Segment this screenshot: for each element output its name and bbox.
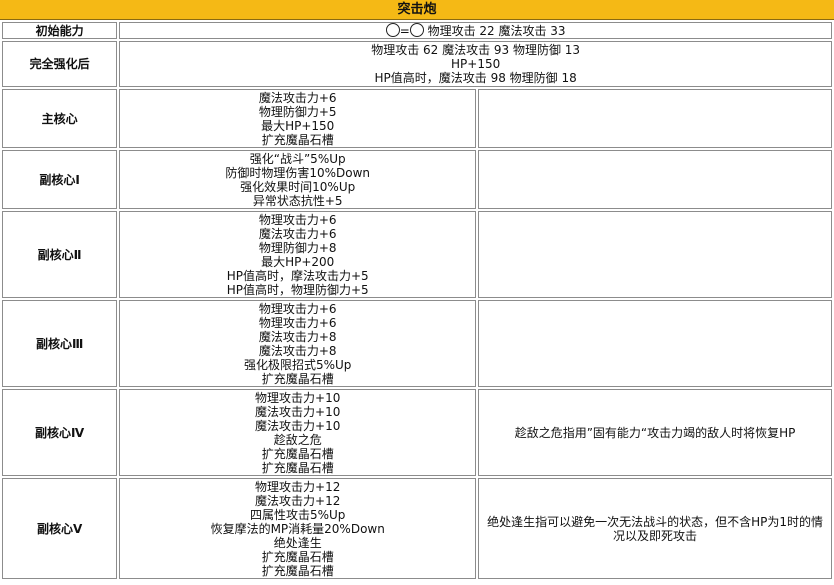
effect-line: HP值高时，物理防御力+5: [226, 282, 369, 297]
full-line: HP+150: [451, 57, 501, 71]
core-label: 副核心Ⅴ: [2, 478, 118, 579]
effect-line: 物理攻击力+10: [255, 390, 341, 405]
effect-line: 趁敌之危: [273, 432, 322, 447]
core-note: [478, 150, 832, 209]
effect-line: 四属性攻击5%Up: [249, 507, 346, 522]
core-note: [478, 300, 832, 387]
core-label: 副核心Ⅲ: [2, 300, 118, 387]
effect-line: 扩充魔晶石槽: [261, 446, 334, 461]
core-effects: 物理攻击力+6 物理攻击力+6 魔法攻击力+8 魔法攻击力+8 强化极限招式5%…: [119, 300, 477, 387]
full-line: HP值高时，魔法攻击 98 物理防御 18: [374, 71, 577, 85]
core-label: 副核心Ⅰ: [2, 150, 118, 209]
core-effects: 魔法攻击力+6 物理防御力+5 最大HP+150 扩充魔晶石槽: [119, 89, 477, 148]
core-effects: 强化“战斗”5%Up 防御时物理伤害10%Down 强化效果时间10%Up 异常…: [119, 150, 477, 209]
table-title: 突击炮: [0, 0, 834, 20]
effect-line: 扩充魔晶石槽: [261, 549, 334, 564]
effect-line: 扩充魔晶石槽: [261, 132, 334, 147]
effect-line: 魔法攻击力+6: [258, 90, 337, 105]
full-line: 物理攻击 62 魔法攻击 93 物理防御 13: [371, 43, 581, 57]
core-label: 副核心Ⅱ: [2, 211, 118, 298]
effect-line: 魔法攻击力+10: [255, 418, 341, 433]
effect-line: 物理攻击力+6: [258, 212, 337, 227]
effect-line: 恢复摩法的MP消耗量20%Down: [210, 521, 385, 536]
core-row-sub5: 副核心Ⅴ 物理攻击力+12 魔法攻击力+12 四属性攻击5%Up 恢复摩法的MP…: [2, 478, 832, 579]
effect-line: 强化极限招式5%Up: [243, 357, 352, 372]
effect-line: 异常状态抗性+5: [252, 193, 343, 208]
core-effects: 物理攻击力+12 魔法攻击力+12 四属性攻击5%Up 恢复摩法的MP消耗量20…: [119, 478, 477, 579]
effect-line: 强化“战斗”5%Up: [249, 151, 346, 166]
core-row-sub1: 副核心Ⅰ 强化“战斗”5%Up 防御时物理伤害10%Down 强化效果时间10%…: [2, 150, 832, 209]
effect-line: 扩充魔晶石槽: [261, 371, 334, 386]
full-value: 物理攻击 62 魔法攻击 93 物理防御 13 HP+150 HP值高时，魔法攻…: [119, 41, 832, 87]
initial-value: = 物理攻击 22 魔法攻击 33: [119, 22, 832, 39]
effect-line: 绝处逢生: [273, 535, 322, 550]
effect-line: 扩充魔晶石槽: [261, 563, 334, 578]
core-note: [478, 211, 832, 298]
effect-line: 防御时物理伤害10%Down: [225, 165, 371, 180]
effect-line: 魔法攻击力+8: [258, 329, 337, 344]
effect-line: 物理攻击力+12: [255, 479, 341, 494]
slot-circle-icon: [409, 23, 424, 37]
effect-line: 最大HP+200: [261, 254, 335, 269]
core-effects: 物理攻击力+6 魔法攻击力+6 物理防御力+8 最大HP+200 HP值高时，摩…: [119, 211, 477, 298]
effect-line: HP值高时，摩法攻击力+5: [226, 268, 369, 283]
core-note: 绝处逢生指可以避免一次无法战斗的状态，但不含HP为1时的情况以及即死攻击: [478, 478, 832, 579]
effect-line: 魔法攻击力+12: [255, 493, 341, 508]
effect-line: 魔法攻击力+10: [255, 404, 341, 419]
equals-sign: =: [399, 24, 410, 38]
core-note: [478, 89, 832, 148]
core-note: 趁敌之危指用”固有能力“攻击力竭的敌人时将恢复HP: [478, 389, 832, 476]
effect-line: 物理防御力+5: [258, 104, 337, 119]
effect-line: 魔法攻击力+8: [258, 343, 337, 358]
effect-line: 魔法攻击力+6: [258, 226, 337, 241]
core-label: 主核心: [2, 89, 118, 148]
effect-line: 物理攻击力+6: [258, 315, 337, 330]
slot-circle-icon: [385, 23, 400, 37]
effect-line: 最大HP+150: [261, 118, 335, 133]
core-row-sub3: 副核心Ⅲ 物理攻击力+6 物理攻击力+6 魔法攻击力+8 魔法攻击力+8 强化极…: [2, 300, 832, 387]
effect-line: 物理防御力+8: [258, 240, 337, 255]
core-row-main: 主核心 魔法攻击力+6 物理防御力+5 最大HP+150 扩充魔晶石槽: [2, 89, 832, 148]
initial-label: 初始能力: [2, 22, 118, 39]
initial-row: 初始能力 = 物理攻击 22 魔法攻击 33: [2, 22, 832, 39]
full-label: 完全强化后: [2, 41, 118, 87]
upgrade-table: 初始能力 = 物理攻击 22 魔法攻击 33 完全强化后 物理攻击 62 魔法攻…: [0, 20, 834, 581]
full-row: 完全强化后 物理攻击 62 魔法攻击 93 物理防御 13 HP+150 HP值…: [2, 41, 832, 87]
effect-line: 强化效果时间10%Up: [240, 179, 356, 194]
effect-line: 扩充魔晶石槽: [261, 460, 334, 475]
core-row-sub2: 副核心Ⅱ 物理攻击力+6 魔法攻击力+6 物理防御力+8 最大HP+200 HP…: [2, 211, 832, 298]
core-label: 副核心Ⅳ: [2, 389, 118, 476]
core-row-sub4: 副核心Ⅳ 物理攻击力+10 魔法攻击力+10 魔法攻击力+10 趁敌之危 扩充魔…: [2, 389, 832, 476]
core-effects: 物理攻击力+10 魔法攻击力+10 魔法攻击力+10 趁敌之危 扩充魔晶石槽 扩…: [119, 389, 477, 476]
effect-line: 物理攻击力+6: [258, 301, 337, 316]
initial-stats: 物理攻击 22 魔法攻击 33: [427, 24, 566, 38]
